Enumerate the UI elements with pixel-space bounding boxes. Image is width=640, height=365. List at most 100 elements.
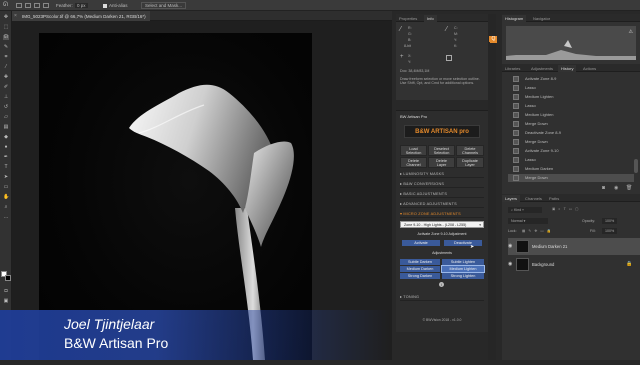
- clone-stamp-tool-icon[interactable]: ⊥: [3, 95, 9, 100]
- deactivate-button[interactable]: Deactivate: [444, 240, 482, 246]
- history-item[interactable]: Medium Darken: [508, 165, 634, 173]
- add-selection-icon[interactable]: [25, 3, 31, 8]
- document-tab[interactable]: IMG_5023PScolor.tif @ 66,7% (Medium Dark…: [12, 11, 150, 21]
- product-name: B&W Artisan Pro: [64, 335, 169, 351]
- blend-mode-select[interactable]: Normal ▾: [508, 218, 548, 224]
- hand-tool-icon[interactable]: ✋: [3, 195, 9, 200]
- layer-row-selected[interactable]: ◉ Medium Darken 21: [508, 238, 640, 255]
- info-icon[interactable]: i: [439, 282, 444, 287]
- snapshot-icon[interactable]: ◙: [602, 185, 605, 191]
- history-item[interactable]: Deactivate Zone 8-9: [508, 129, 634, 137]
- activate-button[interactable]: Activate: [402, 240, 440, 246]
- medium-lighten-button[interactable]: Medium Lighten: [441, 265, 485, 273]
- shape-tool-icon[interactable]: ▭: [3, 185, 9, 190]
- history-item-selected[interactable]: Merge Down: [508, 174, 634, 182]
- layer-filter-icons[interactable]: ▣◐T▭▢: [552, 207, 582, 211]
- history-item[interactable]: Merge Down: [508, 120, 634, 128]
- tab-channels[interactable]: Channels: [522, 195, 545, 202]
- tab-navigator[interactable]: Navigator: [530, 15, 553, 22]
- history-item[interactable]: Merge Down: [508, 138, 634, 146]
- history-item[interactable]: Lasso: [508, 102, 634, 110]
- artisan-footer: © BWVision 2018 - v1.0.0: [422, 318, 462, 322]
- move-tool-icon[interactable]: ✥: [3, 15, 9, 20]
- new-selection-icon[interactable]: [16, 3, 22, 8]
- layer-row[interactable]: ◉ Background 🔒: [508, 256, 640, 273]
- artisan-launch-icon[interactable]: Q: [490, 36, 497, 43]
- section-basic-adjustments[interactable]: ▸ BASIC ADJUSTMENTS: [400, 191, 484, 198]
- load-selection-button[interactable]: Load Selection: [400, 145, 427, 156]
- tab-layers[interactable]: Layers: [502, 195, 521, 202]
- healing-brush-tool-icon[interactable]: ✚: [3, 75, 9, 80]
- blur-tool-icon[interactable]: ◆: [3, 135, 9, 140]
- tab-properties[interactable]: Properties: [396, 15, 420, 22]
- crop-tool-icon[interactable]: ⌗: [3, 55, 9, 60]
- layer-kind-filter[interactable]: ⌕ Kind ▾: [508, 207, 542, 213]
- lock-label: Lock:: [508, 229, 517, 233]
- delete-channel-button[interactable]: Delete Channel: [400, 157, 427, 168]
- section-toning[interactable]: ▸ TONING: [400, 294, 484, 301]
- trash-icon[interactable]: 🗑: [626, 185, 632, 191]
- marquee-tool-icon[interactable]: ⬚: [3, 25, 9, 30]
- camera-icon[interactable]: ◉: [614, 185, 618, 191]
- tab-adjustments[interactable]: Adjustments: [528, 65, 556, 72]
- fill-input[interactable]: 100%: [602, 228, 618, 234]
- duplicate-layer-button[interactable]: Duplicate Layer: [456, 157, 484, 168]
- history-scrollbar[interactable]: [634, 159, 638, 173]
- document-tab-title: IMG_5023PScolor.tif @ 66,7% (Medium Dark…: [22, 14, 146, 19]
- path-select-tool-icon[interactable]: ➤: [3, 175, 9, 180]
- background-color-swatch[interactable]: [5, 275, 11, 281]
- delete-layer-button[interactable]: Delete Layer: [428, 157, 455, 168]
- dodge-tool-icon[interactable]: ●: [3, 145, 9, 150]
- close-icon[interactable]: ×: [14, 13, 17, 19]
- intersect-selection-icon[interactable]: [43, 3, 49, 8]
- tab-history[interactable]: History: [558, 65, 577, 72]
- gradient-tool-icon[interactable]: ▤: [3, 125, 9, 130]
- section-bw-conversions[interactable]: ▸ B&W CONVERSIONS: [400, 181, 484, 188]
- history-item[interactable]: Lasso: [508, 156, 634, 164]
- tab-histogram[interactable]: Histogram: [502, 15, 527, 22]
- lasso-icon[interactable]: ᘏ: [3, 2, 8, 9]
- history-item[interactable]: Lasso: [508, 84, 634, 92]
- anti-alias-checkbox[interactable]: [103, 3, 107, 8]
- info-panel: Properties Info ⁄ R: G: B: 8-bit ⁄ C: M:…: [396, 14, 488, 100]
- pen-tool-icon[interactable]: ✒: [3, 155, 9, 160]
- tab-paths[interactable]: Paths: [546, 195, 562, 202]
- opacity-input[interactable]: 100%: [602, 218, 618, 224]
- deselect-selection-button[interactable]: Deselect Selection: [428, 145, 455, 156]
- medium-darken-button[interactable]: Medium Darken: [400, 266, 440, 272]
- quick-select-tool-icon[interactable]: ✎: [3, 45, 9, 50]
- section-micro-zone-adjustments[interactable]: ▾ MICRO ZONE ADJUSTMENTS: [400, 211, 484, 218]
- history-item[interactable]: Medium Lighten: [508, 111, 634, 119]
- adjustments-label: Adjustments: [432, 251, 452, 255]
- select-and-mask-button[interactable]: Select and Mask...: [141, 2, 187, 9]
- feather-input[interactable]: 0 px: [75, 3, 88, 8]
- history-item[interactable]: Medium Lighten: [508, 93, 634, 101]
- screen-mode-icon[interactable]: ▣: [3, 299, 9, 304]
- history-item[interactable]: Activate Zone 8-9: [508, 75, 634, 83]
- quick-mask-icon[interactable]: ◘: [3, 289, 9, 294]
- more-tools-icon[interactable]: …: [3, 215, 9, 220]
- section-luminosity-masks[interactable]: ▸ LUMINOSITY MASKS: [400, 171, 484, 178]
- histogram-graph: ⚠: [506, 26, 636, 60]
- delete-channels-button[interactable]: Delete Channels: [456, 145, 484, 156]
- history-item[interactable]: Activate Zone 9-10: [508, 147, 634, 155]
- eraser-tool-icon[interactable]: ▱: [3, 115, 9, 120]
- strong-darken-button[interactable]: Strong Darken: [400, 273, 440, 279]
- tab-libraries[interactable]: Libraries: [502, 65, 523, 72]
- section-advanced-adjustments[interactable]: ▸ ADVANCED ADJUSTMENTS: [400, 201, 484, 208]
- subtle-darken-button[interactable]: Subtle Darken: [400, 259, 440, 265]
- zone-select[interactable]: Zone 9-10 - High Lights - (L208 - L255) …: [400, 221, 484, 228]
- subtract-selection-icon[interactable]: [34, 3, 40, 8]
- eyedropper-tool-icon[interactable]: ⁄: [3, 65, 9, 70]
- type-tool-icon[interactable]: T: [3, 165, 9, 170]
- lock-icons[interactable]: ▦✎✥▭🔒: [522, 229, 554, 233]
- tab-info[interactable]: Info: [424, 15, 437, 22]
- brush-tool-icon[interactable]: ✐: [3, 85, 9, 90]
- tab-actions[interactable]: Actions: [580, 65, 599, 72]
- strong-lighten-button[interactable]: Strong Lighten: [442, 273, 484, 279]
- zoom-tool-icon[interactable]: ⌕: [3, 205, 9, 210]
- subtle-lighten-button[interactable]: Subtle Lighten: [442, 259, 484, 265]
- lasso-tool-icon[interactable]: ᘏ: [3, 35, 9, 40]
- history-brush-tool-icon[interactable]: ↺: [3, 105, 9, 110]
- document-tabbar: IMG_5023PScolor.tif @ 66,7% (Medium Dark…: [12, 11, 392, 21]
